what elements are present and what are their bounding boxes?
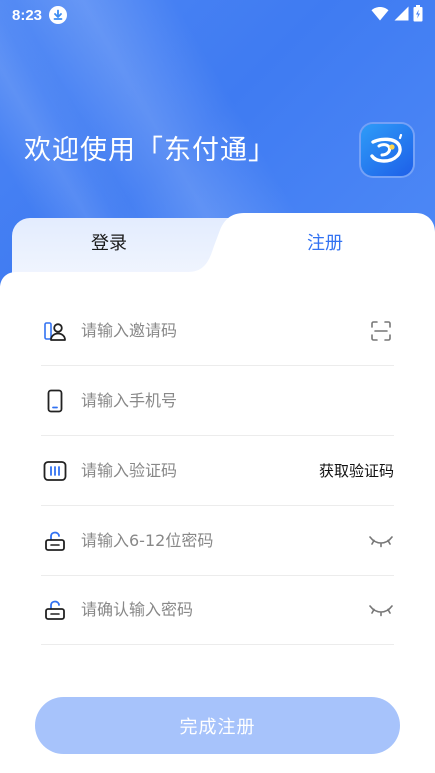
tab-login[interactable]: 登录 bbox=[12, 218, 206, 266]
eye-closed-icon[interactable] bbox=[368, 528, 394, 554]
eye-closed-icon[interactable] bbox=[368, 597, 394, 623]
confirm-password-input[interactable] bbox=[81, 594, 368, 625]
phone-icon bbox=[41, 387, 69, 415]
verify-code-input[interactable] bbox=[81, 455, 319, 486]
get-code-button[interactable]: 获取验证码 bbox=[319, 460, 394, 481]
phone-row bbox=[41, 366, 394, 436]
lock-icon bbox=[41, 527, 69, 555]
complete-register-button[interactable]: 完成注册 bbox=[35, 697, 400, 754]
password-row bbox=[41, 506, 394, 576]
tab-register[interactable]: 注册 bbox=[225, 218, 425, 266]
scan-icon[interactable] bbox=[368, 318, 394, 344]
confirm-password-row bbox=[41, 575, 394, 645]
verify-code-row: 获取验证码 bbox=[41, 436, 394, 506]
password-input[interactable] bbox=[81, 525, 368, 556]
invite-user-icon bbox=[41, 317, 69, 345]
phone-input[interactable] bbox=[81, 385, 394, 416]
verify-code-icon bbox=[41, 457, 69, 485]
invite-code-input[interactable] bbox=[81, 315, 368, 346]
invite-code-row bbox=[41, 296, 394, 366]
lock-icon bbox=[41, 596, 69, 624]
